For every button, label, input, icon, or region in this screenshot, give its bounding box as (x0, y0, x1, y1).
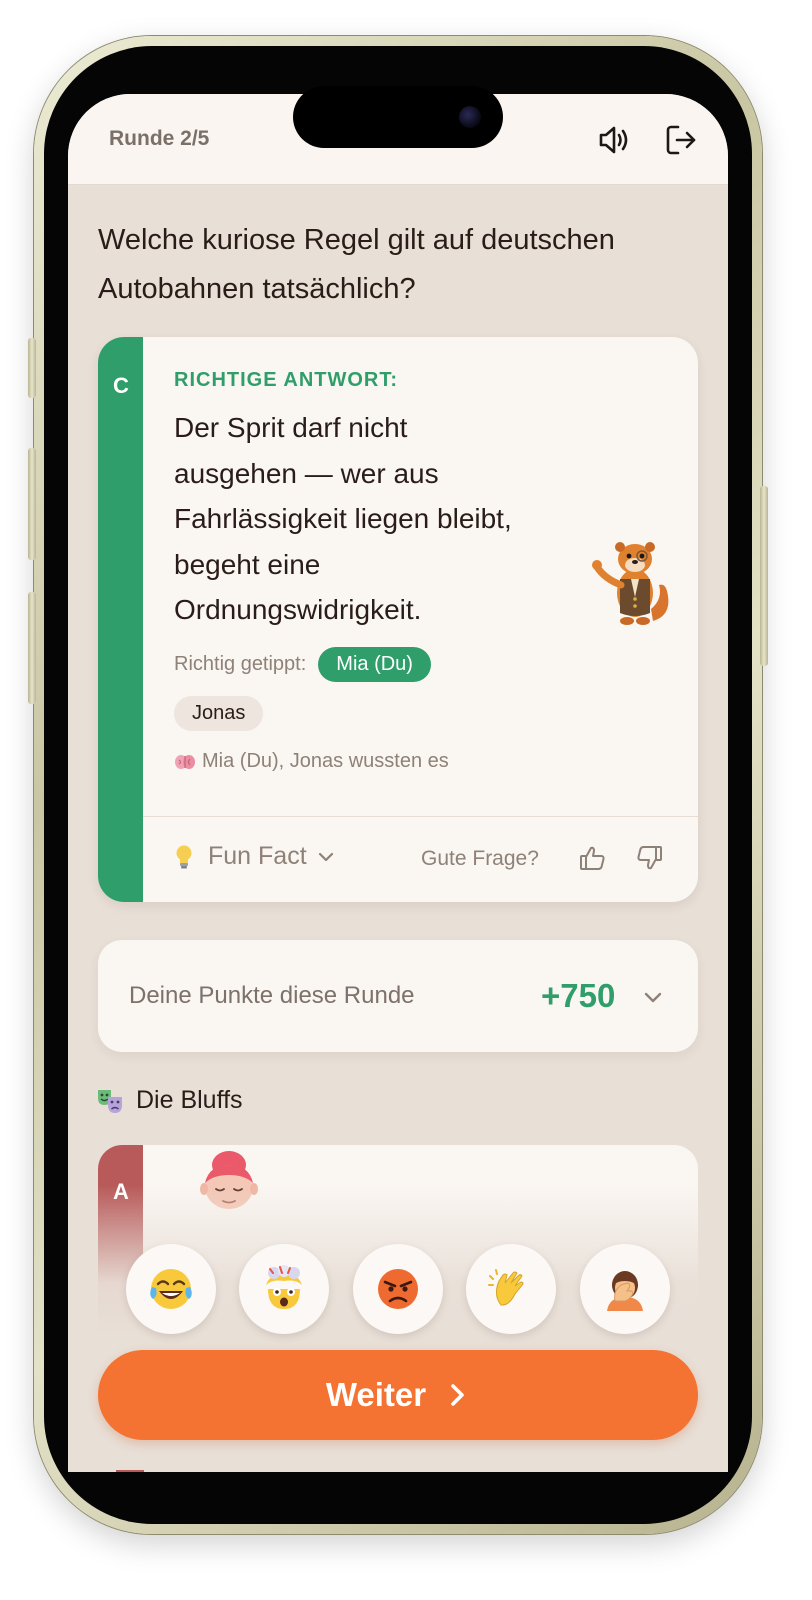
tipped-row: Richtig getippt: Mia (Du) (174, 647, 431, 682)
round-points-card[interactable]: Deine Punkte diese Runde +750 (98, 940, 698, 1052)
round-points-value: +750 (541, 977, 616, 1014)
clapping-hands-icon (488, 1269, 524, 1306)
dynamic-island (293, 86, 503, 148)
sound-icon[interactable] (596, 122, 632, 158)
phone-volume-up-button (28, 448, 36, 560)
continue-button[interactable]: Weiter (98, 1350, 698, 1440)
reaction-button[interactable] (353, 1244, 443, 1334)
reaction-button[interactable] (239, 1244, 329, 1334)
chevron-down-icon (644, 992, 662, 1003)
round-indicator: Runde 2/5 (109, 127, 210, 150)
reaction-button[interactable] (580, 1244, 670, 1334)
person-facepalming-icon (607, 1271, 643, 1311)
correct-answer-card: C RICHTIGE ANTWORT: Der Sprit darf nicht… (98, 337, 698, 902)
phone-action-button (28, 338, 36, 398)
correct-answer-title: RICHTIGE ANTWORT: (174, 369, 399, 391)
theater-masks-icon (98, 1089, 122, 1113)
phone-volume-down-button (28, 592, 36, 704)
chevron-right-icon (451, 1384, 464, 1406)
thumbs-down-icon[interactable] (634, 843, 664, 873)
reaction-button[interactable] (126, 1244, 216, 1334)
bluffs-title: Die Bluffs (136, 1086, 243, 1114)
exit-icon[interactable] (662, 122, 698, 158)
knew-it-text: Mia (Du), Jonas wussten es (202, 750, 449, 772)
question-text: Welche kuriose Regel gilt auf deutschen … (98, 224, 615, 305)
rate-question-label: Gute Frage? (421, 847, 539, 870)
correct-answer-text: Der Sprit darf nicht ausgehen — wer aus … (174, 412, 512, 625)
otter-mascot-icon (592, 542, 669, 625)
answer-letter: C (113, 373, 129, 398)
exploding-head-icon (266, 1265, 302, 1309)
continue-button-label: Weiter (325, 1376, 427, 1413)
chevron-down-icon (318, 852, 333, 861)
front-camera-icon (459, 106, 481, 128)
answer-letter-strip (98, 337, 143, 902)
player-chip: Jonas (174, 696, 264, 731)
tipped-label: Richtig getippt: (174, 653, 307, 675)
bluffs-heading: Die Bluffs (96, 1086, 243, 1115)
knew-it-summary: Mia (Du), Jonas wussten es (174, 750, 449, 773)
face-with-tears-of-joy-icon (150, 1269, 192, 1309)
brain-icon (175, 754, 195, 769)
fun-fact-toggle[interactable]: Fun Fact (174, 842, 335, 871)
reaction-button[interactable] (466, 1244, 556, 1334)
card-divider (143, 816, 698, 817)
app-screen: Runde 2/5 Welche kuriose Regel gilt auf … (68, 94, 728, 1472)
angry-face-icon (378, 1269, 418, 1309)
phone-power-button (760, 486, 768, 666)
bluff-letter-strip (116, 1470, 144, 1472)
reaction-bar (68, 1244, 728, 1336)
thumbs-up-icon[interactable] (578, 843, 608, 873)
round-points-label: Deine Punkte diese Runde (129, 982, 415, 1009)
player-chip-self: Mia (Du) (318, 647, 431, 682)
fun-fact-label: Fun Fact (208, 842, 307, 870)
lightbulb-icon (176, 845, 192, 868)
